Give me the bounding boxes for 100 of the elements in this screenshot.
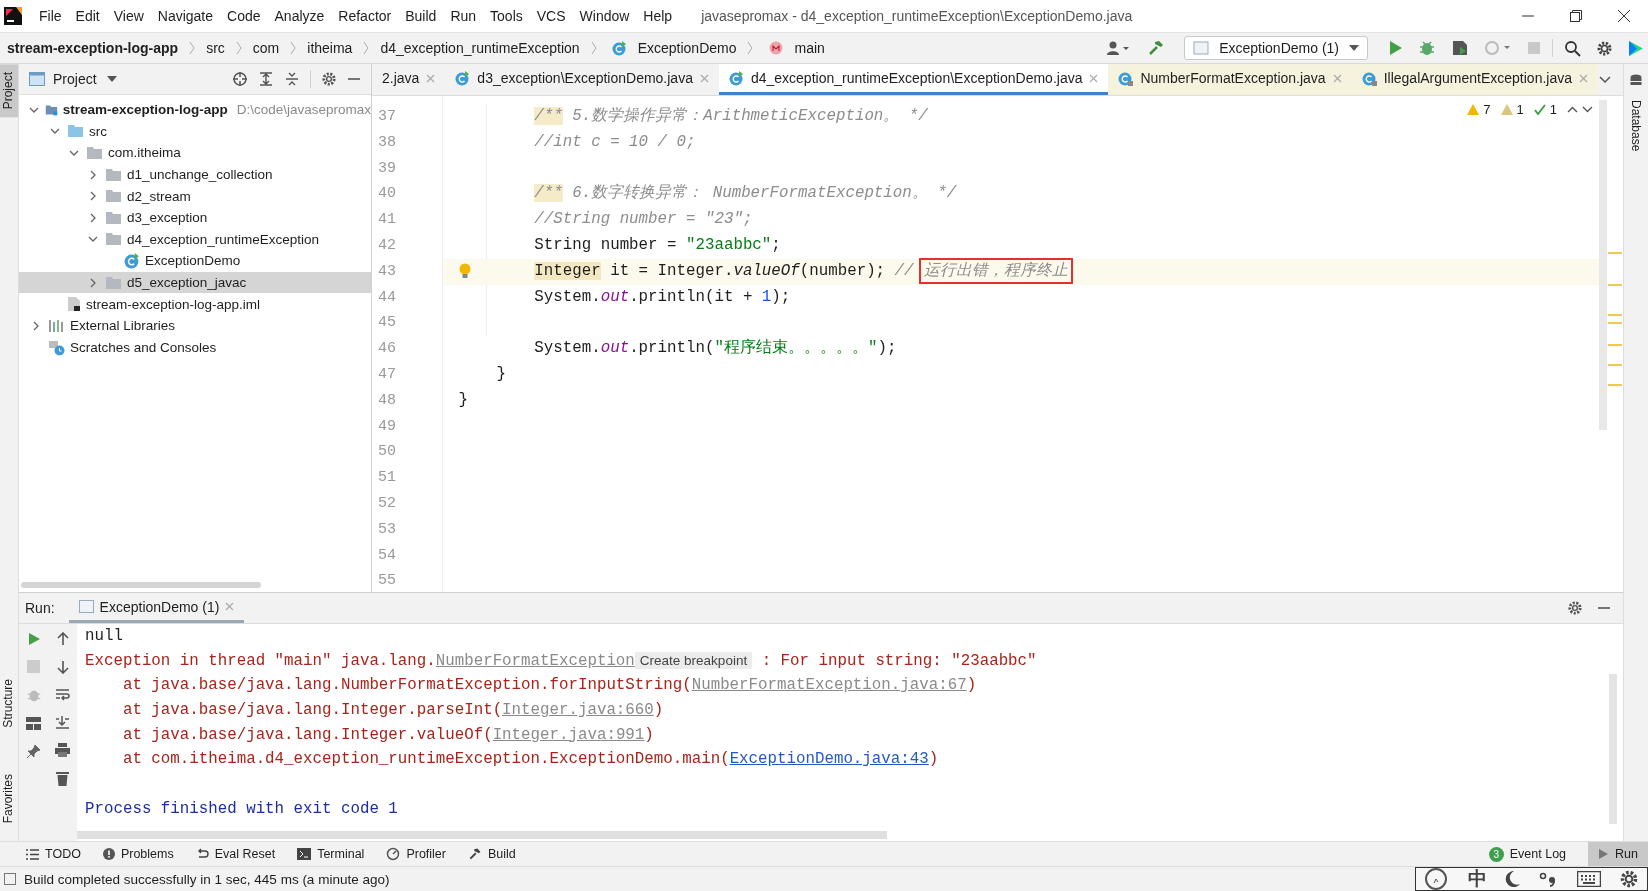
check-icon[interactable] <box>1533 104 1546 115</box>
search-icon[interactable] <box>1564 39 1581 57</box>
menu-item[interactable]: Code <box>220 8 268 24</box>
tree-item[interactable]: d3_exception <box>19 206 371 229</box>
lightbulb-icon[interactable] <box>459 262 471 280</box>
coverage-icon[interactable] <box>1451 39 1469 57</box>
rerun-icon[interactable] <box>26 632 41 646</box>
tree-item[interactable]: ExceptionDemo <box>19 250 371 272</box>
tree-item[interactable]: d1_unchange_collection <box>19 163 371 186</box>
tool-window-tab[interactable]: Database <box>1628 92 1644 160</box>
chevron-down-icon[interactable] <box>1582 106 1593 113</box>
tool-window-button[interactable]: Terminal <box>297 842 365 866</box>
settings-icon[interactable] <box>321 71 337 87</box>
caret-icon[interactable] <box>106 76 117 82</box>
weak-warning-count[interactable]: 1 <box>1516 102 1524 117</box>
tool-window-button[interactable]: Profiler <box>386 842 446 866</box>
menu-item[interactable]: Help <box>636 8 680 24</box>
chevron-right-icon[interactable] <box>90 277 96 288</box>
collapse-all-icon[interactable] <box>284 71 300 87</box>
scrollbar-thumb[interactable] <box>21 582 261 588</box>
settings-icon[interactable] <box>1596 39 1613 57</box>
warning-count[interactable]: 7 <box>1483 102 1491 117</box>
menu-item[interactable]: Build <box>398 8 444 24</box>
menu-item[interactable]: View <box>106 8 151 24</box>
breadcrumb-item[interactable]: src <box>206 40 225 56</box>
layout-icon[interactable] <box>26 717 41 730</box>
chevron-right-icon[interactable] <box>90 169 96 180</box>
chevron-down-icon[interactable] <box>88 236 98 243</box>
editor-tab[interactable]: 2.java <box>372 64 446 95</box>
chevron-right-icon[interactable] <box>33 320 39 331</box>
tree-item[interactable]: stream-exception-log-app D:\code\javasepromax <box>19 99 371 121</box>
run-tab[interactable]: ExceptionDemo (1) <box>68 593 245 623</box>
chevron-down-icon[interactable] <box>29 106 40 113</box>
restore-icon[interactable] <box>1569 9 1583 23</box>
chevron-right-icon[interactable] <box>90 212 96 223</box>
moon-icon[interactable] <box>1505 870 1521 888</box>
tool-window-button[interactable]: Eval Reset <box>195 842 276 866</box>
menu-item[interactable]: Analyze <box>267 8 332 24</box>
menu-item[interactable]: Run <box>443 8 484 24</box>
editor-tab[interactable]: d4_exception_runtimeException\ExceptionDemo.java <box>718 64 1109 95</box>
settings-icon[interactable] <box>1619 869 1639 889</box>
chevron-up-icon[interactable] <box>1567 106 1578 113</box>
tool-window-tab[interactable]: Favorites <box>0 765 18 831</box>
menu-item[interactable]: Edit <box>68 8 107 24</box>
breadcrumb-item[interactable]: stream-exception-log-app <box>7 40 179 56</box>
chevron-right-icon[interactable] <box>90 191 96 202</box>
print-icon[interactable] <box>55 743 70 757</box>
arrow-down-icon[interactable] <box>56 660 69 674</box>
chevron-down-icon[interactable] <box>1599 75 1611 84</box>
passed-count[interactable]: 1 <box>1549 102 1557 117</box>
panel-title[interactable]: Project <box>53 71 97 87</box>
editor-tab[interactable]: NumberFormatException.java <box>1108 64 1352 95</box>
database-icon[interactable] <box>1630 74 1642 88</box>
pin-icon[interactable] <box>26 744 41 759</box>
bug-icon[interactable] <box>1418 39 1436 57</box>
tree-item[interactable]: d5_exception_javac <box>19 271 371 294</box>
locate-icon[interactable] <box>232 71 248 87</box>
menu-item[interactable]: VCS <box>529 8 573 24</box>
tree-item[interactable]: External Libraries <box>19 314 371 337</box>
menu-item[interactable]: File <box>32 8 69 24</box>
arrow-up-icon[interactable] <box>56 632 69 646</box>
tool-window-tab[interactable]: Project <box>0 64 18 118</box>
trash-icon[interactable] <box>56 771 69 786</box>
input-method-toolbar[interactable]: 中 <box>1415 867 1648 891</box>
input-mode-toggle[interactable]: 中 <box>1468 866 1487 891</box>
close-icon[interactable] <box>1617 9 1631 23</box>
scrollbar-thumb[interactable] <box>1599 100 1607 430</box>
tool-window-button[interactable]: Build <box>468 842 516 866</box>
scroll-to-end-icon[interactable] <box>55 715 70 729</box>
breadcrumb-item[interactable]: itheima <box>307 40 353 56</box>
settings-icon[interactable] <box>1567 600 1583 616</box>
stack-trace-link[interactable]: Integer.java:991 <box>492 725 645 744</box>
tool-window-button[interactable]: Run <box>1588 842 1648 866</box>
menu-item[interactable]: Window <box>572 8 637 24</box>
chevron-down-icon[interactable] <box>69 150 79 156</box>
plugin-logo-icon[interactable] <box>1628 39 1644 57</box>
breadcrumb-item[interactable]: ExceptionDemo <box>637 40 737 56</box>
menu-item[interactable]: Tools <box>483 8 530 24</box>
tree-item[interactable]: Scratches and Consoles <box>19 336 371 359</box>
soft-wrap-icon[interactable] <box>55 688 70 701</box>
editor-tab[interactable]: d3_exception\ExceptionDemo.java <box>445 64 719 95</box>
tool-window-tab[interactable]: Structure <box>0 670 18 736</box>
tree-item[interactable]: stream-exception-log-app.iml <box>19 293 371 315</box>
gauge-icon[interactable] <box>1424 868 1450 890</box>
keyboard-icon[interactable] <box>1577 871 1601 887</box>
create-breakpoint-link[interactable]: Create breakpoint <box>634 651 753 669</box>
source-link[interactable]: ExceptionDemo.java:43 <box>729 750 929 769</box>
editor-tab[interactable]: IllegalArgumentException.java <box>1351 64 1598 95</box>
tool-window-button[interactable]: TODO <box>26 842 81 866</box>
breadcrumb-item[interactable]: com <box>252 40 280 56</box>
tree-item[interactable]: d4_exception_runtimeException <box>19 228 371 251</box>
tree-item[interactable]: src <box>19 120 371 143</box>
status-square-icon[interactable] <box>4 873 16 885</box>
run-configuration-dropdown[interactable]: ExceptionDemo (1) <box>1184 36 1368 60</box>
tree-item[interactable]: d2_stream <box>19 185 371 207</box>
run-icon[interactable] <box>1387 40 1403 56</box>
hammer-icon[interactable] <box>1147 39 1166 57</box>
stack-trace-link[interactable]: Integer.java:660 <box>502 701 654 720</box>
breadcrumb-item[interactable]: main <box>794 40 825 56</box>
expand-all-icon[interactable] <box>258 71 274 87</box>
